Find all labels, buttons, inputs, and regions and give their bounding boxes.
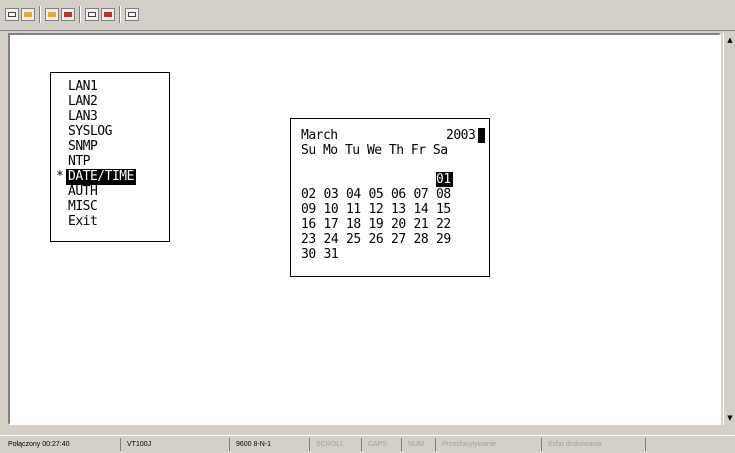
- calendar-day[interactable]: 23: [301, 232, 318, 247]
- open-icon[interactable]: [21, 8, 35, 21]
- calendar-day[interactable]: 29: [436, 232, 453, 247]
- calendar-weekdays: Su Mo Tu We Th Fr Sa: [301, 143, 448, 158]
- toolbar: [0, 0, 735, 31]
- status-bar: Połączony 00:27:40 VT100J 9600 8-N-1 SCR…: [0, 435, 735, 453]
- properties-icon[interactable]: [125, 8, 139, 21]
- calendar-day[interactable]: 22: [436, 217, 453, 232]
- calendar-day[interactable]: 06: [391, 187, 408, 202]
- text-cursor: [478, 128, 485, 143]
- calendar-day[interactable]: 26: [369, 232, 386, 247]
- calendar-day[interactable]: 14: [414, 202, 431, 217]
- calendar-day[interactable]: 16: [301, 217, 318, 232]
- status-port-settings: 9600 8-N-1: [234, 438, 310, 451]
- calendar-day[interactable]: 19: [369, 217, 386, 232]
- calendar-day[interactable]: 02: [301, 187, 318, 202]
- calendar-day[interactable]: 17: [324, 217, 341, 232]
- calendar-day[interactable]: 28: [414, 232, 431, 247]
- menu-item-snmp[interactable]: SNMP: [68, 139, 98, 155]
- calendar-day[interactable]: 03: [324, 187, 341, 202]
- menu-item-syslog[interactable]: SYSLOG: [68, 124, 112, 140]
- status-echo: Echo drukowania: [546, 438, 646, 451]
- calendar-day[interactable]: 21: [414, 217, 431, 232]
- status-emulation: VT100J: [125, 438, 230, 451]
- new-icon[interactable]: [5, 8, 19, 21]
- disconnect-icon[interactable]: [61, 8, 75, 21]
- calendar-day[interactable]: 24: [324, 232, 341, 247]
- scroll-down-icon[interactable]: ▼: [725, 413, 735, 423]
- calendar-day[interactable]: 27: [391, 232, 408, 247]
- calendar-day[interactable]: 10: [324, 202, 341, 217]
- calendar-day[interactable]: 08: [436, 187, 453, 202]
- menu-item-lan3[interactable]: LAN3: [68, 109, 98, 125]
- send-icon[interactable]: [85, 8, 99, 21]
- status-num: NUM: [406, 438, 436, 451]
- main-menu: LAN1 LAN2 LAN3 SYSLOG SNMP NTP * DATE/TI…: [50, 72, 170, 242]
- calendar-day[interactable]: 11: [346, 202, 363, 217]
- status-caps: CAPS: [366, 438, 402, 451]
- calendar-day[interactable]: 30: [301, 247, 318, 262]
- toolbar-separator: [39, 6, 41, 23]
- calendar-day[interactable]: 09: [301, 202, 318, 217]
- status-connection: Połączony 00:27:40: [6, 438, 121, 451]
- calendar-day[interactable]: 04: [346, 187, 363, 202]
- menu-item-lan2[interactable]: LAN2: [68, 94, 98, 110]
- calendar: March 2003 Su Mo Tu We Th Fr Sa 01 02 03 04…: [290, 118, 490, 277]
- calendar-day[interactable]: 31: [324, 247, 341, 262]
- calendar-day[interactable]: 18: [346, 217, 363, 232]
- calendar-day[interactable]: 15: [436, 202, 453, 217]
- menu-item-auth[interactable]: AUTH: [68, 184, 98, 200]
- scroll-up-icon[interactable]: ▲: [725, 35, 735, 45]
- toolbar-separator: [119, 6, 121, 23]
- menu-item-exit[interactable]: Exit: [68, 214, 98, 230]
- calendar-day[interactable]: 07: [414, 187, 431, 202]
- calendar-day[interactable]: 20: [391, 217, 408, 232]
- calendar-month: March: [301, 128, 338, 143]
- calendar-day[interactable]: 05: [369, 187, 386, 202]
- toolbar-separator: [79, 6, 81, 23]
- calendar-day[interactable]: 12: [369, 202, 386, 217]
- calendar-year: 2003: [446, 128, 476, 143]
- connect-icon[interactable]: [45, 8, 59, 21]
- status-capture: Przechwytywanie: [440, 438, 542, 451]
- menu-item-misc[interactable]: MISC: [68, 199, 98, 215]
- vertical-scrollbar[interactable]: ▲ ▼: [723, 33, 735, 425]
- calendar-day[interactable]: 25: [346, 232, 363, 247]
- menu-item-lan1[interactable]: LAN1: [68, 79, 98, 95]
- menu-item-ntp[interactable]: NTP: [68, 154, 90, 170]
- calendar-day[interactable]: 13: [391, 202, 408, 217]
- receive-icon[interactable]: [101, 8, 115, 21]
- selected-marker: *: [56, 169, 64, 184]
- terminal-window[interactable]: LAN1 LAN2 LAN3 SYSLOG SNMP NTP * DATE/TI…: [8, 33, 721, 425]
- calendar-day[interactable]: 01: [436, 172, 453, 187]
- status-scroll: SCROLL: [314, 438, 362, 451]
- menu-item-date-time[interactable]: DATE/TIME: [66, 169, 136, 185]
